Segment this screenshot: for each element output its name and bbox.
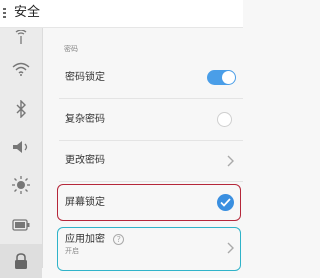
bluetooth-icon[interactable]	[0, 92, 42, 126]
section-header: 密码	[64, 45, 78, 53]
menu-icon[interactable]	[3, 8, 7, 20]
divider	[59, 98, 243, 99]
sidebar	[0, 28, 43, 278]
settings-panel: 密码 密码锁定 复杂密码 更改密码 屏幕锁定 应用加密 ? 开启	[43, 28, 243, 271]
complex-password-row[interactable]: 复杂密码	[43, 100, 243, 141]
lock-icon[interactable]	[0, 244, 42, 278]
password-lock-toggle[interactable]	[207, 70, 236, 85]
battery-icon[interactable]	[0, 208, 42, 242]
volume-icon[interactable]	[0, 130, 42, 164]
screen-lock-highlight	[57, 184, 241, 221]
app-encryption-highlight	[57, 227, 241, 271]
change-password-label: 更改密码	[65, 155, 105, 166]
brightness-icon[interactable]	[0, 168, 42, 202]
complex-password-label: 复杂密码	[65, 114, 105, 125]
antenna-icon[interactable]	[0, 20, 42, 54]
change-password-row[interactable]: 更改密码	[43, 141, 243, 182]
toggle-knob	[222, 71, 235, 84]
complex-password-radio[interactable]	[217, 112, 232, 127]
wifi-icon[interactable]	[0, 52, 42, 86]
password-lock-label: 密码锁定	[65, 72, 105, 83]
password-lock-row[interactable]: 密码锁定	[43, 58, 243, 99]
chevron-right-icon	[227, 155, 234, 167]
divider	[59, 181, 243, 182]
